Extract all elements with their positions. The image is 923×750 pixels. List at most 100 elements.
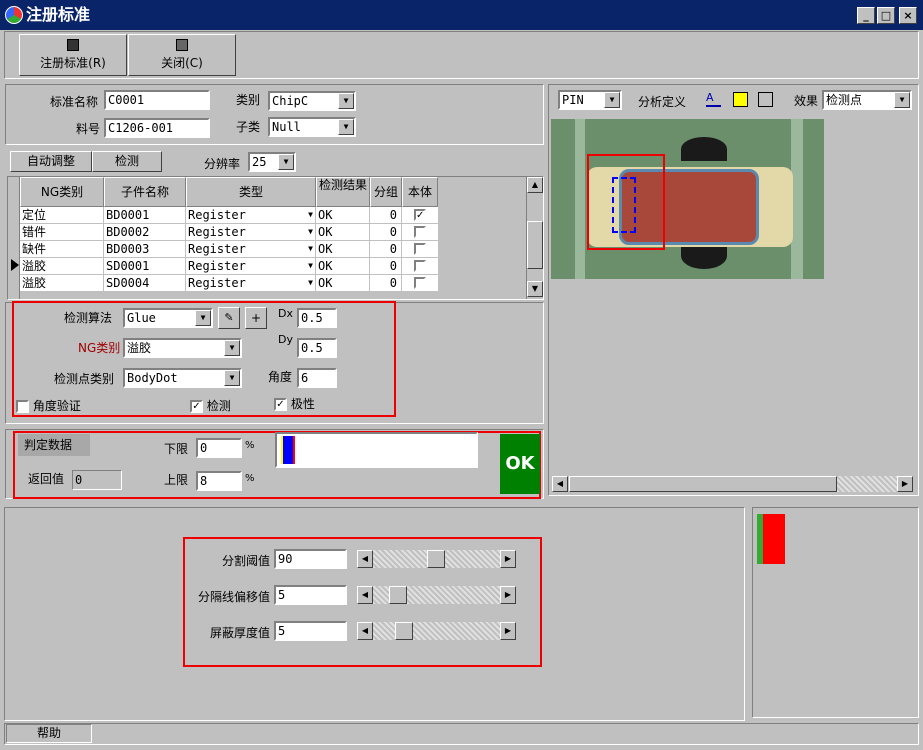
chevron-down-icon[interactable]: ▼ [308, 241, 313, 257]
minimize-button[interactable]: _ [857, 7, 875, 24]
checkbox-checked-icon[interactable]: ✓ [414, 209, 426, 221]
chevron-down-icon[interactable]: ▼ [224, 370, 240, 386]
checkbox-unchecked-icon[interactable] [414, 277, 426, 289]
cell-body[interactable]: ✓ [402, 207, 438, 224]
table-row[interactable]: 错件 BD0002 Register ▼ OK 0 [20, 224, 438, 241]
cell-name[interactable]: BD0002 [104, 224, 186, 241]
chevron-down-icon[interactable]: ▼ [604, 92, 620, 108]
param-field[interactable]: 90 [274, 549, 347, 569]
chevron-down-icon[interactable]: ▼ [278, 154, 294, 170]
scroll-left-icon[interactable]: ◀ [357, 622, 373, 640]
slider-thumb[interactable] [395, 622, 413, 640]
detect-button[interactable]: 检测 [92, 151, 162, 172]
detect-checkbox[interactable]: ✓ 检测 [190, 397, 231, 414]
cell-ng[interactable]: 溢胶 [20, 258, 104, 275]
param-slider[interactable]: ◀ ▶ [357, 549, 516, 569]
chevron-down-icon[interactable]: ▼ [195, 310, 211, 326]
param-slider[interactable]: ◀ ▶ [357, 585, 516, 605]
part-no-field[interactable]: C1206-001 [104, 118, 210, 138]
scroll-right-icon[interactable]: ▶ [897, 476, 913, 492]
point-type-select[interactable]: BodyDot ▼ [123, 368, 242, 388]
cell-ng[interactable]: 溢胶 [20, 275, 104, 292]
chevron-down-icon[interactable]: ▼ [338, 119, 354, 135]
table-row[interactable]: 溢胶 SD0004 Register ▼ OK 0 [20, 275, 438, 292]
resolution-select[interactable]: 25 ▼ [248, 152, 296, 172]
cell-type[interactable]: Register ▼ [186, 207, 316, 224]
pin-select[interactable]: PIN ▼ [558, 90, 622, 110]
angle-verify-checkbox[interactable]: 角度验证 [16, 397, 81, 414]
register-standard-button[interactable]: 注册标准(R) [19, 34, 127, 76]
image-hscrollbar[interactable]: ◀ ▶ [551, 475, 915, 493]
table-scrollbar[interactable]: ▲ ▼ [526, 177, 543, 299]
col-name[interactable]: 子件名称 [104, 177, 186, 207]
cell-result[interactable]: OK [316, 275, 370, 292]
cell-body[interactable] [402, 258, 438, 275]
close-window-button[interactable]: × [899, 7, 917, 24]
scroll-left-icon[interactable]: ◀ [552, 476, 568, 492]
scroll-right-icon[interactable]: ▶ [500, 550, 516, 568]
paste-icon[interactable] [758, 92, 773, 107]
scroll-right-icon[interactable]: ▶ [500, 622, 516, 640]
angle-field[interactable]: 6 [297, 368, 337, 388]
checkbox-unchecked-icon[interactable] [414, 260, 426, 272]
close-button[interactable]: 关闭(C) [128, 34, 236, 76]
cell-name[interactable]: SD0004 [104, 275, 186, 292]
cell-name[interactable]: SD0001 [104, 258, 186, 275]
cell-body[interactable] [402, 275, 438, 292]
cell-name[interactable]: BD0001 [104, 207, 186, 224]
chevron-down-icon[interactable]: ▼ [308, 224, 313, 240]
cell-result[interactable]: OK [316, 207, 370, 224]
table-row[interactable]: 定位 BD0001 Register ▼ OK 0 ✓ [20, 207, 438, 224]
cell-group[interactable]: 0 [370, 241, 402, 258]
wand-icon[interactable]: ✎ [218, 307, 240, 329]
table-row[interactable]: 溢胶 SD0001 Register ▼ OK 0 [20, 258, 438, 275]
scroll-up-icon[interactable]: ▲ [527, 177, 543, 193]
method-select[interactable]: Glue ▼ [123, 308, 213, 328]
polarity-checkbox[interactable]: ✓ 极性 [274, 395, 315, 412]
scroll-left-icon[interactable]: ◀ [357, 586, 373, 604]
cell-result[interactable]: OK [316, 258, 370, 275]
cell-body[interactable] [402, 241, 438, 258]
param-slider[interactable]: ◀ ▶ [357, 621, 516, 641]
checkbox-unchecked-icon[interactable] [16, 400, 29, 413]
table-row[interactable]: 缺件 BD0003 Register ▼ OK 0 [20, 241, 438, 258]
chevron-down-icon[interactable]: ▼ [894, 92, 910, 108]
ng-category-select[interactable]: 溢胶 ▼ [123, 338, 242, 358]
lower-field[interactable]: 0 [196, 438, 242, 458]
measure-icon[interactable]: A [706, 92, 721, 107]
scroll-right-icon[interactable]: ▶ [500, 586, 516, 604]
cell-type[interactable]: Register ▼ [186, 224, 316, 241]
col-result[interactable]: 检测结果 [316, 177, 370, 207]
copy-icon[interactable] [733, 92, 748, 107]
cell-type[interactable]: Register ▼ [186, 275, 316, 292]
cell-ng[interactable]: 缺件 [20, 241, 104, 258]
checkbox-checked-icon[interactable]: ✓ [274, 398, 287, 411]
add-icon[interactable]: + [245, 307, 267, 329]
chevron-down-icon[interactable]: ▼ [338, 93, 354, 109]
maximize-button[interactable]: □ [877, 7, 895, 24]
col-ng[interactable]: NG类别 [20, 177, 104, 207]
effect-select[interactable]: 检测点 ▼ [822, 90, 912, 110]
checkbox-unchecked-icon[interactable] [414, 226, 426, 238]
col-group[interactable]: 分组 [370, 177, 402, 207]
chevron-down-icon[interactable]: ▼ [308, 275, 313, 291]
cell-group[interactable]: 0 [370, 207, 402, 224]
cell-result[interactable]: OK [316, 241, 370, 258]
cell-ng[interactable]: 错件 [20, 224, 104, 241]
cell-type[interactable]: Register ▼ [186, 258, 316, 275]
category-select[interactable]: ChipC ▼ [268, 91, 356, 111]
cell-result[interactable]: OK [316, 224, 370, 241]
component-image[interactable] [551, 119, 824, 279]
param-field[interactable]: 5 [274, 585, 347, 605]
cell-ng[interactable]: 定位 [20, 207, 104, 224]
cell-group[interactable]: 0 [370, 275, 402, 292]
param-field[interactable]: 5 [274, 621, 347, 641]
subcategory-select[interactable]: Null ▼ [268, 117, 356, 137]
auto-adjust-button[interactable]: 自动调整 [10, 151, 92, 172]
chevron-down-icon[interactable]: ▼ [224, 340, 240, 356]
col-body[interactable]: 本体 [402, 177, 438, 207]
cell-name[interactable]: BD0003 [104, 241, 186, 258]
dx-field[interactable]: 0.5 [297, 308, 337, 328]
checkbox-unchecked-icon[interactable] [414, 243, 426, 255]
chevron-down-icon[interactable]: ▼ [308, 207, 313, 223]
